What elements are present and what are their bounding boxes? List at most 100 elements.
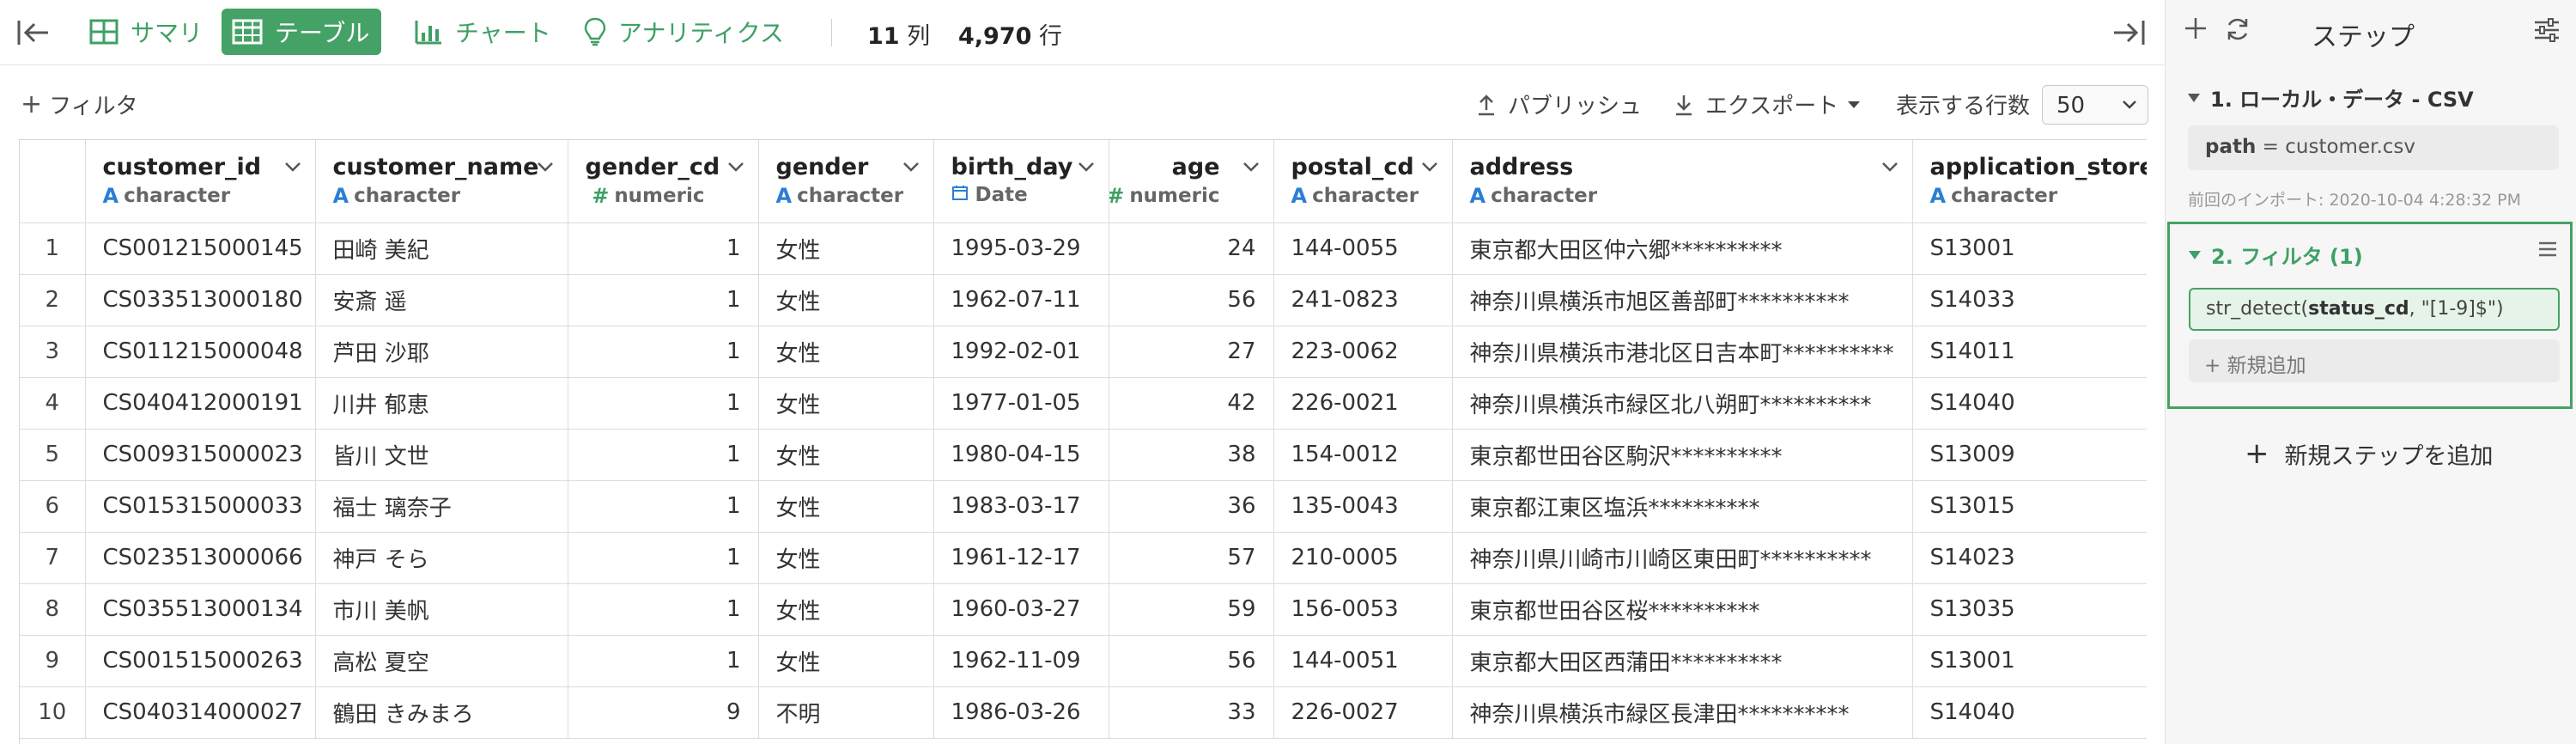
cell-postal-cd[interactable]: 241-0823	[1273, 274, 1453, 326]
column-header-customer-id[interactable]: customer_id Acharacter	[85, 140, 316, 223]
cell-address[interactable]: 神奈川県横浜市緑区北八朔町**********	[1452, 377, 1913, 430]
cell-birth-day[interactable]: 1995-03-29	[933, 223, 1109, 275]
column-header-age[interactable]: age # numeric	[1109, 140, 1274, 223]
cell-gender-cd[interactable]: 1	[568, 532, 759, 584]
cell-address[interactable]: 神奈川県横浜市緑区長津田**********	[1452, 686, 1913, 739]
column-menu-chevron-icon[interactable]	[1421, 161, 1438, 173]
cell-postal-cd[interactable]: 226-0027	[1273, 686, 1453, 739]
tab-summary[interactable]: サマリ	[79, 9, 215, 55]
cell-birth-day[interactable]: 1977-01-05	[933, 377, 1109, 430]
cell-customer-id[interactable]: CS023513000066	[85, 532, 316, 584]
cell-address[interactable]: 東京都大田区仲六郷**********	[1452, 223, 1913, 275]
cell-address[interactable]: 東京都世田谷区桜**********	[1452, 583, 1913, 636]
filter-condition[interactable]: str_detect(status_cd, "[1-9]$")	[2189, 288, 2560, 331]
cell-customer-id[interactable]: CS040412000191	[85, 377, 316, 430]
cell-gender[interactable]: 女性	[758, 274, 934, 326]
step1-header[interactable]: 1. ローカル・データ - CSV	[2188, 82, 2474, 113]
cell-birth-day[interactable]: 1960-03-27	[933, 583, 1109, 636]
table-row[interactable]: 5 CS009315000023 皆川 文世 1 女性 1980-04-15 38 154-0…	[20, 429, 2147, 481]
cell-gender-cd[interactable]: 1	[568, 583, 759, 636]
menu-icon[interactable]	[2537, 240, 2558, 262]
cell-application-store-cd[interactable]: S13001	[1912, 223, 2147, 275]
tab-chart[interactable]: チャート	[404, 9, 563, 55]
cell-birth-day[interactable]: 1983-03-17	[933, 480, 1109, 533]
cell-age[interactable]: 57	[1109, 532, 1274, 584]
cell-age[interactable]: 36	[1109, 480, 1274, 533]
collapse-left-icon[interactable]	[15, 15, 53, 50]
table-row[interactable]: 6 CS015315000033 福士 璃奈子 1 女性 1983-03-17 36 135-…	[20, 480, 2147, 533]
step1-parameter[interactable]: path = customer.csv	[2188, 125, 2559, 170]
add-filter-button[interactable]: + フィルタ	[21, 88, 138, 120]
cell-age[interactable]: 27	[1109, 326, 1274, 378]
column-header-gender-cd[interactable]: gender_cd # numeric	[568, 140, 759, 223]
cell-gender[interactable]: 女性	[758, 377, 934, 430]
cell-gender[interactable]: 女性	[758, 223, 934, 275]
tab-analytics[interactable]: アナリティクス	[574, 9, 796, 55]
column-header-customer-name[interactable]: customer_name Acharacter	[315, 140, 568, 223]
table-row[interactable]: 3 CS011215000048 芦田 沙耶 1 女性 1992-02-01 27 223-0…	[20, 326, 2147, 378]
cell-gender-cd[interactable]: 1	[568, 480, 759, 533]
tab-table[interactable]: テーブル	[222, 9, 382, 55]
cell-age[interactable]: 42	[1109, 377, 1274, 430]
cell-customer-id[interactable]: CS015315000033	[85, 480, 316, 533]
column-menu-chevron-icon[interactable]	[727, 161, 744, 173]
table-row[interactable]: 4 CS040412000191 川井 郁恵 1 女性 1977-01-05 42 226-0…	[20, 377, 2147, 430]
cell-customer-name[interactable]: 川井 郁恵	[315, 377, 568, 430]
cell-birth-day[interactable]: 1980-04-15	[933, 429, 1109, 481]
add-new-step-button[interactable]: + 新規ステップを追加	[2245, 436, 2494, 471]
collapse-right-icon[interactable]	[2109, 15, 2147, 50]
cell-gender-cd[interactable]: 1	[568, 326, 759, 378]
cell-birth-day[interactable]: 1986-03-26	[933, 686, 1109, 739]
cell-postal-cd[interactable]: 223-0062	[1273, 326, 1453, 378]
cell-application-store-cd[interactable]: S14033	[1912, 274, 2147, 326]
settings-sliders-icon[interactable]	[2533, 17, 2561, 46]
cell-customer-id[interactable]: CS009315000023	[85, 429, 316, 481]
cell-gender-cd[interactable]: 9	[568, 686, 759, 739]
cell-age[interactable]: 33	[1109, 686, 1274, 739]
cell-customer-id[interactable]: CS011215000048	[85, 326, 316, 378]
cell-postal-cd[interactable]: 226-0021	[1273, 377, 1453, 430]
cell-customer-id[interactable]: CS040314000027	[85, 686, 316, 739]
cell-customer-name[interactable]: 神戸 そら	[315, 532, 568, 584]
cell-age[interactable]: 59	[1109, 583, 1274, 636]
cell-customer-id[interactable]: CS033513000180	[85, 274, 316, 326]
cell-birth-day[interactable]: 1961-12-17	[933, 532, 1109, 584]
cell-customer-name[interactable]: 福士 璃奈子	[315, 480, 568, 533]
table-row[interactable]: 8 CS035513000134 市川 美帆 1 女性 1960-03-27 59 156-0…	[20, 583, 2147, 636]
column-header-postal-cd[interactable]: postal_cd Acharacter	[1273, 140, 1453, 223]
cell-age[interactable]: 24	[1109, 223, 1274, 275]
cell-gender-cd[interactable]: 1	[568, 635, 759, 687]
cell-customer-id[interactable]: CS001215000145	[85, 223, 316, 275]
cell-age[interactable]: 56	[1109, 635, 1274, 687]
cell-gender-cd[interactable]: 1	[568, 274, 759, 326]
table-row[interactable]: 7 CS023513000066 神戸 そら 1 女性 1961-12-17 57 210-0…	[20, 532, 2147, 584]
cell-postal-cd[interactable]: 135-0043	[1273, 480, 1453, 533]
cell-customer-name[interactable]: 芦田 沙耶	[315, 326, 568, 378]
cell-postal-cd[interactable]: 210-0005	[1273, 532, 1453, 584]
cell-gender-cd[interactable]: 1	[568, 377, 759, 430]
cell-application-store-cd[interactable]: S14040	[1912, 686, 2147, 739]
table-row[interactable]: 9 CS001515000263 高松 夏空 1 女性 1962-11-09 56 144-0…	[20, 635, 2147, 687]
cell-postal-cd[interactable]: 144-0051	[1273, 635, 1453, 687]
cell-gender[interactable]: 女性	[758, 635, 934, 687]
cell-gender[interactable]: 女性	[758, 583, 934, 636]
add-condition-button[interactable]: + 新規追加	[2189, 339, 2560, 382]
cell-gender[interactable]: 女性	[758, 480, 934, 533]
cell-age[interactable]: 56	[1109, 274, 1274, 326]
cell-gender[interactable]: 女性	[758, 532, 934, 584]
cell-customer-name[interactable]: 安斎 遥	[315, 274, 568, 326]
cell-birth-day[interactable]: 1962-11-09	[933, 635, 1109, 687]
cell-customer-name[interactable]: 皆川 文世	[315, 429, 568, 481]
cell-birth-day[interactable]: 1992-02-01	[933, 326, 1109, 378]
cell-gender-cd[interactable]: 1	[568, 429, 759, 481]
cell-customer-name[interactable]: 鶴田 きみまろ	[315, 686, 568, 739]
cell-postal-cd[interactable]: 154-0012	[1273, 429, 1453, 481]
add-icon[interactable]	[2183, 15, 2208, 45]
cell-address[interactable]: 東京都江東区塩浜**********	[1452, 480, 1913, 533]
cell-customer-id[interactable]: CS001515000263	[85, 635, 316, 687]
cell-gender[interactable]: 女性	[758, 429, 934, 481]
cell-birth-day[interactable]: 1962-07-11	[933, 274, 1109, 326]
cell-application-store-cd[interactable]: S13015	[1912, 480, 2147, 533]
cell-application-store-cd[interactable]: S14011	[1912, 326, 2147, 378]
cell-customer-name[interactable]: 高松 夏空	[315, 635, 568, 687]
